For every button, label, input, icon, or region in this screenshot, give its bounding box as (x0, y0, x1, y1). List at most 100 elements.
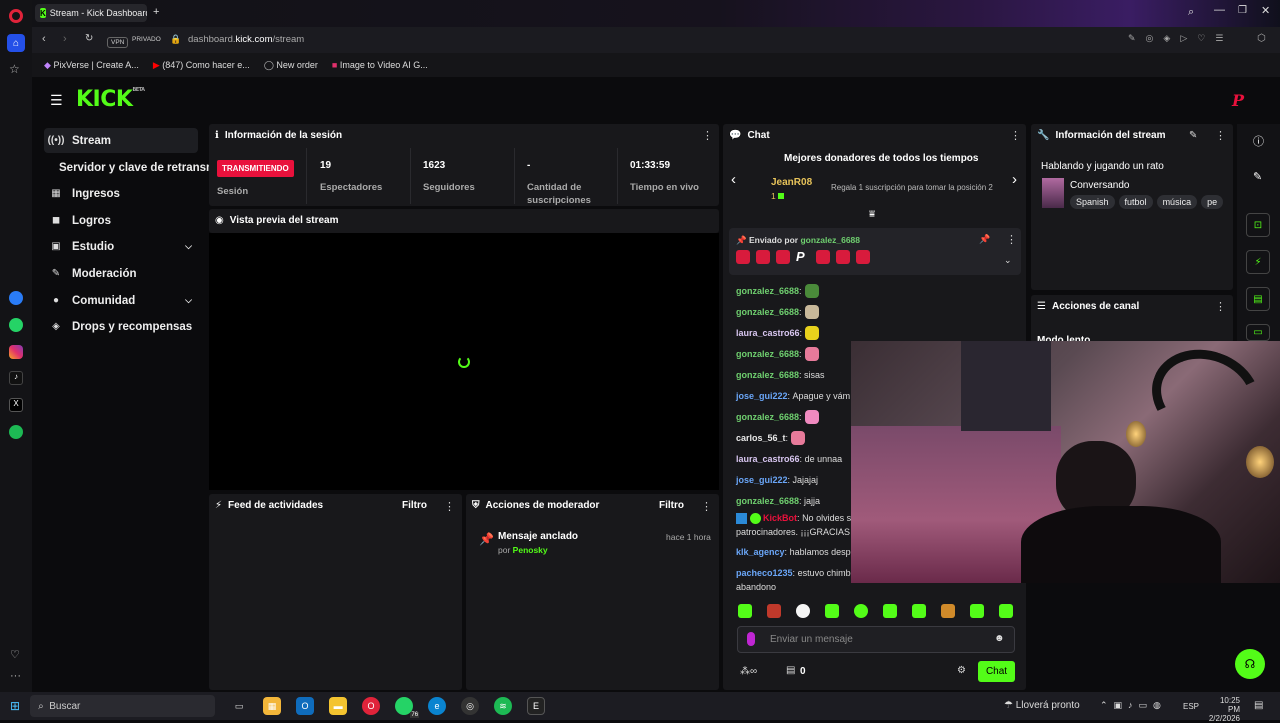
bookmark-image-to-video[interactable]: ■ Image to Video AI G... (332, 60, 428, 70)
emoji-icon[interactable]: ☻ (994, 633, 1005, 644)
emote-icon[interactable] (941, 604, 955, 618)
donors-next-icon[interactable]: › (1012, 171, 1017, 188)
weather-widget[interactable]: ☂ Lloverá pronto (1004, 700, 1080, 711)
category-thumbnail[interactable] (1042, 178, 1064, 208)
people-icon[interactable]: ⁂∞ (740, 666, 757, 677)
whatsapp-taskbar-icon[interactable]: 76 (395, 697, 420, 718)
pin-toggle-icon[interactable]: 📌 (979, 234, 990, 245)
chat-user[interactable]: gonzalez_6688 (736, 496, 799, 506)
url-field[interactable]: dashboard.kick.com/stream (188, 34, 304, 45)
tag[interactable]: pe (1201, 195, 1224, 209)
maximize-icon[interactable]: ❐ (1238, 5, 1247, 16)
tiktok-icon[interactable]: ♪ (9, 371, 23, 385)
feed-filter-button[interactable]: Filtro (402, 500, 427, 511)
camera-action-button[interactable]: ⊡ (1246, 213, 1270, 237)
outlook-icon[interactable]: O (296, 697, 315, 715)
clock[interactable]: 10:25 PM 2/2/2026 (1208, 696, 1240, 723)
back-icon[interactable]: ‹ (42, 33, 46, 45)
chat-send-button[interactable]: Chat (978, 661, 1015, 682)
chat-message[interactable]: jose_gui222: Jajajaj (736, 469, 851, 490)
forward-icon[interactable]: › (63, 33, 67, 45)
instagram-icon[interactable] (9, 345, 23, 359)
emote-icon[interactable] (825, 604, 839, 618)
chat-user[interactable]: pacheco1235 (736, 568, 793, 578)
tag[interactable]: Spanish (1070, 195, 1115, 209)
notifications-icon[interactable]: ▤ (1254, 700, 1263, 711)
nav-ingresos[interactable]: ▦ Ingresos (44, 181, 198, 206)
opera-logo-icon[interactable] (9, 9, 23, 23)
nav-estudio[interactable]: ▣ Estudio ⌵ (44, 234, 198, 259)
doc-action-button[interactable]: ▤ (1246, 287, 1270, 311)
close-icon[interactable]: ✕ (1261, 4, 1270, 17)
chat-user[interactable]: jose_gui222 (736, 475, 788, 485)
filter-icon[interactable]: ⩸ (869, 209, 875, 220)
chat-message[interactable]: gonzalez_6688: sisas (736, 364, 851, 385)
edge-icon[interactable]: e (428, 697, 447, 715)
bookmark-youtube[interactable]: ▶ (847) Como hacer e... (153, 60, 250, 71)
nav-stream[interactable]: ((•)) Stream (44, 128, 198, 153)
emote-icon[interactable] (767, 604, 781, 618)
epic-games-icon[interactable]: E (527, 697, 546, 715)
windows-start-icon[interactable]: ⊞ (10, 699, 20, 713)
edit-pencil-icon[interactable]: ✎ (1189, 130, 1197, 141)
emote-icon[interactable] (854, 604, 868, 618)
info-icon[interactable]: ⓘ (1253, 133, 1264, 149)
file-explorer-icon[interactable]: ▬ (329, 697, 348, 715)
stream-info-menu-icon[interactable]: ⋮ (1215, 129, 1226, 142)
chat-user[interactable]: laura_castro66 (736, 454, 800, 464)
emote-icon[interactable] (999, 604, 1013, 618)
tab-kick-dashboard[interactable]: K Stream - Kick Dashboard (35, 4, 147, 22)
pinned-menu-icon[interactable]: ⋮ (1006, 233, 1017, 246)
chat-user[interactable]: KickBot (763, 513, 797, 523)
session-menu-icon[interactable]: ⋮ (702, 129, 713, 142)
minimize-icon[interactable]: — (1214, 4, 1225, 16)
task-view-icon[interactable]: ▭ (230, 697, 248, 715)
chat-message[interactable]: laura_castro66: de unnaa (736, 448, 851, 469)
x-icon[interactable]: X (9, 398, 23, 412)
mod-menu-icon[interactable]: ⋮ (701, 500, 712, 513)
emote-icon[interactable] (883, 604, 897, 618)
chat-message[interactable]: gonzalez_6688: (736, 406, 851, 427)
nav-comunidad[interactable]: ● Comunidad ⌵ (44, 288, 198, 313)
chat-user[interactable]: gonzalez_6688 (736, 412, 799, 422)
chat-message[interactable]: klk_agency: hablamos desp (736, 541, 851, 562)
nav-drops[interactable]: ◈ Drops y recompensas (44, 314, 198, 339)
chat-message[interactable]: gonzalez_6688: (736, 301, 851, 322)
search-icon[interactable]: ⌕ (1188, 6, 1194, 19)
tray-icons[interactable]: ⌃▣♪▭◍ (1100, 700, 1167, 711)
new-tab-icon[interactable]: + (153, 6, 159, 18)
chat-action-button[interactable]: ▭ (1246, 324, 1270, 341)
chat-message[interactable]: gonzalez_6688: (736, 343, 851, 364)
mod-filter-button[interactable]: Filtro (659, 500, 684, 511)
chat-menu-icon[interactable]: ⋮ (1010, 129, 1021, 142)
bookmark-new-order[interactable]: ◯ New order (264, 60, 318, 71)
support-headset-icon[interactable]: ☊ (1235, 649, 1265, 679)
bolt-action-button[interactable]: ⚡ (1246, 250, 1270, 274)
chat-message[interactable]: gonzalez_6688: (736, 280, 851, 301)
address-toolbar-icons[interactable]: ✎◎◈▷♡☰ (1128, 33, 1233, 44)
emote-icon[interactable] (912, 604, 926, 618)
tag[interactable]: música (1156, 195, 1198, 209)
chat-bot-message[interactable]: KickBot: No olvides s patrocinadores. ¡¡… (736, 511, 851, 539)
language-indicator[interactable]: ESP (1183, 702, 1199, 711)
microphone-icon[interactable] (747, 632, 755, 646)
store-icon[interactable]: ▤ (786, 665, 795, 676)
vpn-badge[interactable]: VPN (107, 35, 129, 48)
donor-name[interactable]: JeanR08 (771, 177, 812, 188)
chat-user[interactable]: gonzalez_6688 (736, 349, 799, 359)
chat-user[interactable]: gonzalez_6688 (736, 286, 799, 296)
more-icon[interactable]: ··· (10, 670, 21, 682)
chat-user[interactable]: jose_gui222 (736, 391, 788, 401)
whatsapp-icon[interactable] (9, 318, 23, 332)
emote-icon[interactable] (970, 604, 984, 618)
extensions-icon[interactable]: ⬡ (1257, 33, 1266, 44)
nav-moderacion[interactable]: ✎ Moderación (44, 261, 198, 286)
donors-prev-icon[interactable]: ‹ (731, 171, 736, 188)
chat-message[interactable]: carlos_56_t: (736, 427, 851, 448)
store-app-icon[interactable]: ▦ (263, 697, 282, 715)
reload-icon[interactable]: ↻ (85, 33, 93, 44)
nav-logros[interactable]: ◼ Logros (44, 208, 198, 233)
chrome-app-icon[interactable]: ◎ (461, 697, 480, 715)
chat-message[interactable]: jose_gui222: Apague y vám (736, 385, 851, 406)
chat-user[interactable]: gonzalez_6688 (736, 370, 799, 380)
